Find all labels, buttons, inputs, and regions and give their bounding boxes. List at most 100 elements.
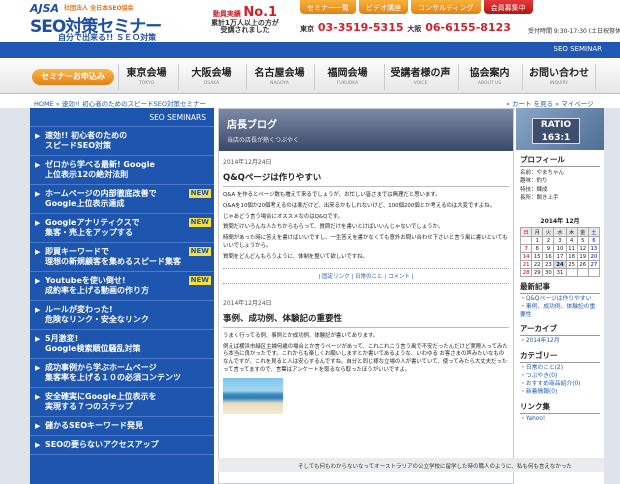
sidebar-item[interactable]: ▶ 安全確実にGoogle上位表示を 実現する７つのステップ xyxy=(30,388,214,417)
cal-day xyxy=(576,268,589,277)
link-item[interactable]: ・Yahoo! xyxy=(520,416,600,424)
blog-post: 2014年12月24日 事例、成功例、体験記の重要性 うまく行ってる例、事例とか… xyxy=(219,292,513,416)
cal-day: 2 xyxy=(542,236,555,245)
arrow-right-icon: ▶ xyxy=(35,441,41,449)
nav-about[interactable]: 協会案内 ABOUT US xyxy=(458,64,520,90)
nav-about-label: 協会案内 xyxy=(469,68,510,79)
cal-head: 水 xyxy=(553,227,567,237)
archive-title: アーカイブ xyxy=(520,323,600,337)
post-title[interactable]: 事例、成功例、体験記の重要性 xyxy=(223,312,509,328)
cal-day: 22 xyxy=(531,260,544,269)
ratio-sign: RATIO 163:1 xyxy=(532,118,580,144)
calendar: 日 月 火 水 木 金 土 1 2 3 4 5 6 7 8 9 10 11 12… xyxy=(519,227,601,277)
sidebar-item-label: Youtubeを使い倒せ! 成約率を上げる動画の作り方 xyxy=(45,276,149,295)
category-item-label: つぶやき(0) xyxy=(525,373,558,380)
links-title: リンク集 xyxy=(520,401,600,414)
sidebar-item[interactable]: ▶ Googleアナリティクスで 集客・売上をアップする NEW xyxy=(30,214,214,243)
record-line3: 受講されました xyxy=(220,25,270,34)
sidebar-item[interactable]: ▶ 即買キーワードで 理想の新規顧客を集めるスピード集客 NEW xyxy=(30,243,214,272)
nav-inquiry[interactable]: お問い合わせ INQUIRY xyxy=(522,64,596,90)
calendar-week: 1 2 3 4 5 6 xyxy=(519,236,601,245)
arrow-right-icon: ▶ xyxy=(35,219,41,227)
post-date: 2014年12月24日 xyxy=(223,159,272,166)
category-section: カテゴリー ・日常のこと(2) ・つぶやき(0) ・おすすめ商品紹介(0) ・新… xyxy=(516,346,604,396)
cal-day xyxy=(565,268,578,277)
recent-section: 最新記事 ・Q&Qページは作りやすい ・事例、成功例、体験記の重要性 xyxy=(516,277,604,319)
sidebar-item-label: ルールが変わった! 危険なリンク・安全なリンク xyxy=(45,305,149,324)
seo-seminar-label: SEO SEMINAR xyxy=(553,45,602,53)
site-logo[interactable]: AJSA 社団法人 全日本SEO協会 SEO対策セミナー 自分で出来る!! ＳＥ… xyxy=(30,2,200,42)
sidebar-item[interactable]: ▶ 5月激変! Google検索順位騒乱対策 xyxy=(30,330,214,359)
cal-head: 火 xyxy=(542,227,555,237)
member-recruit-button[interactable]: 会員募集中 xyxy=(483,0,533,14)
phone-numbers: 東京 03-3519-5315 大阪 06-6155-8123 xyxy=(300,21,511,34)
right-column: RATIO 163:1 プロフィール 名前：やまちゃん 趣味：釣り 特技：錬成 … xyxy=(516,108,604,448)
cal-day: 18 xyxy=(565,252,578,261)
cal-day: 11 xyxy=(565,244,578,253)
post-paragraph: 時間があった時に答えを書けばいいですし、一生答えを書かなくても意外お問い合わせ下… xyxy=(223,235,508,250)
phone-osaka-label: 大阪 xyxy=(407,25,422,33)
post-body: うまく行ってる例、事例とか成功例、体験記が書いてあります。 例えば横浜市緑区主婦… xyxy=(223,333,509,375)
blog-subtitle: 当店の店長が熱くつぶやく xyxy=(227,137,300,144)
sidebar-item-label: 速効!! 初心者のための スピードSEO対策 xyxy=(45,131,128,150)
cal-head: 土 xyxy=(587,227,601,237)
left-margin xyxy=(0,108,30,484)
nav-osaka[interactable]: 大阪会場 OSAKA xyxy=(178,64,244,90)
nav-nagoya[interactable]: 名古屋会場 NAGOYA xyxy=(246,64,312,90)
video-course-button[interactable]: ビデオ講座 xyxy=(359,0,408,14)
category-item[interactable]: ・おすすめ商品紹介(0) xyxy=(520,381,600,389)
breadcrumb[interactable]: HOME » 速効!! 初心者のためのスピードSEO対策セミナー xyxy=(34,98,206,108)
sidebar-item[interactable]: ▶ ホームページの内部徹底改善で Google上位表示達成 NEW xyxy=(30,185,214,214)
post-paragraph: 質問だけいろんな人たちからもらって、質問だけを書いとけばいいんじゃないでしょうか… xyxy=(223,224,444,231)
category-item[interactable]: ・つぶやき(0) xyxy=(520,373,600,381)
consulting-button[interactable]: コンサルティング xyxy=(411,0,481,14)
cal-day: 3 xyxy=(553,236,567,245)
sidebar-item-label: Googleアナリティクスで 集客・売上をアップする xyxy=(45,218,140,237)
cal-day: 9 xyxy=(542,244,555,253)
post-title[interactable]: Q&Qページは作りやすい xyxy=(223,171,509,187)
cal-day: 30 xyxy=(542,268,555,277)
category-item[interactable]: ・新着情報(0) xyxy=(520,389,600,397)
post-paragraph: Q&A を作るとページ数も増えて来るでしょうが、お忙しい皆さまでは無理だと思いま… xyxy=(223,192,441,198)
cart-mypage-links[interactable]: » カート を見る » マイページ xyxy=(506,98,594,108)
category-item-label: 新着情報(0) xyxy=(525,388,558,395)
seminar-list-button[interactable]: セミナー一覧 xyxy=(300,0,356,14)
cal-day: 26 xyxy=(576,260,589,269)
sidebar-item-label: SEOの要らないアクセスアップ xyxy=(45,440,159,449)
cal-day: 13 xyxy=(587,244,601,253)
archive-item[interactable]: ・2014年12月 xyxy=(520,338,600,346)
post-paragraph: じゃあどう言う場合にオススメなのはQ&Qです。 xyxy=(223,213,343,220)
profile-line: 長所：聞き上手 xyxy=(520,194,559,201)
recent-item[interactable]: ・事例、成功例、体験記の重要性 xyxy=(520,304,600,320)
record-badge: 動員実績 No.1 累計1万人以上の方が 受講されました xyxy=(205,6,285,34)
phone-tokyo[interactable]: 03-3519-5315 xyxy=(318,21,404,34)
sidebar-item[interactable]: ▶ SEOの要らないアクセスアップ xyxy=(30,436,214,455)
sidebar-item[interactable]: ▶ ゼロから学べる最新! Google 上位表示12の絶対法則 xyxy=(30,156,214,185)
new-badge: NEW xyxy=(188,189,211,198)
cal-day-today[interactable]: 24 xyxy=(553,260,567,269)
category-title: カテゴリー xyxy=(520,350,600,364)
arrow-right-icon: ▶ xyxy=(35,335,41,343)
nav-fukuoka[interactable]: 福岡会場 FUKUOKA xyxy=(314,64,380,90)
sidebar-item[interactable]: ▶ 速効!! 初心者のための スピードSEO対策 xyxy=(30,127,214,156)
cal-day: 25 xyxy=(565,260,578,269)
sidebar-item[interactable]: ▶ 成功事例から学ぶホームページ 集客率を上げる１０の必須コンテンツ xyxy=(30,359,214,388)
seminar-apply-button[interactable]: セミナーお申込み xyxy=(32,69,114,85)
category-item[interactable]: ・日常のこと(2) xyxy=(520,365,600,373)
recent-item-label: 事例、成功例、体験記の重要性 xyxy=(520,303,596,318)
calendar-title: 2014年 12月 xyxy=(540,218,580,225)
sidebar-item[interactable]: ▶ ルールが変わった! 危険なリンク・安全なリンク xyxy=(30,301,214,330)
post-links[interactable]: | 固定リンク | 日常のこと | コメント | xyxy=(223,267,509,284)
recent-item[interactable]: ・Q&Qページは作りやすい xyxy=(520,296,600,304)
sidebar-item[interactable]: ▶ Youtubeを使い倒せ! 成約率を上げる動画の作り方 NEW xyxy=(30,272,214,301)
cal-head: 金 xyxy=(576,227,589,237)
arrow-right-icon: ▶ xyxy=(35,422,41,430)
nav-tokyo[interactable]: 東京会場 TOKYO xyxy=(118,64,174,90)
sidebar-item[interactable]: ▶ 儲かるSEOキーワード発見 xyxy=(30,417,214,436)
cal-day: 14 xyxy=(519,252,533,261)
phone-osaka[interactable]: 06-6155-8123 xyxy=(425,21,511,34)
cal-day: 27 xyxy=(587,260,601,269)
nav-voice[interactable]: 受講者様の声 VOICE xyxy=(384,64,456,90)
cal-day: 15 xyxy=(531,252,544,261)
arrow-right-icon: ▶ xyxy=(35,364,41,372)
